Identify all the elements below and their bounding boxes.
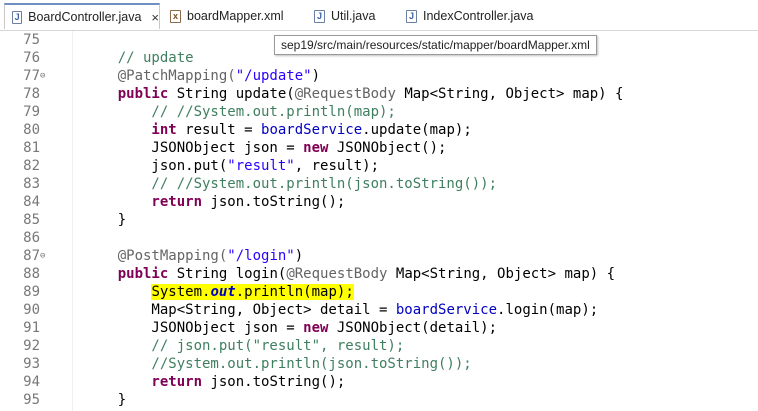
code-text: } — [84, 212, 127, 228]
code-text: } — [84, 392, 127, 408]
code-line[interactable]: 85 } — [0, 211, 758, 229]
line-number: 89 — [23, 284, 40, 300]
code-line[interactable]: 82 json.put("result", result); — [0, 157, 758, 175]
fold-toggle-icon[interactable]: ⊖ — [40, 247, 50, 265]
line-number: 76 — [23, 50, 40, 66]
tab-label: BoardController.java — [28, 10, 142, 24]
line-number: 75 — [23, 32, 40, 48]
code-text: return json.toString(); — [84, 374, 346, 390]
code-text: Map<String, Object> detail = boardServic… — [84, 302, 599, 318]
line-number: 85 — [23, 212, 40, 228]
code-line[interactable]: 89 System.out.println(map); — [0, 283, 758, 301]
code-line[interactable]: 90 Map<String, Object> detail = boardSer… — [0, 301, 758, 319]
code-line[interactable]: 95 } — [0, 391, 758, 409]
line-number: 81 — [23, 140, 40, 156]
line-number: 80 — [23, 122, 40, 138]
code-text: public String update(@RequestBody Map<St… — [84, 86, 624, 102]
tab-util[interactable]: J Util.java — [312, 3, 375, 29]
code-line[interactable]: 80 int result = boardService.update(map)… — [0, 121, 758, 139]
line-number: 79 — [23, 104, 40, 120]
line-number: 92 — [23, 338, 40, 354]
code-line[interactable]: 81 JSONObject json = new JSONObject(); — [0, 139, 758, 157]
close-icon[interactable]: × — [151, 10, 159, 25]
code-line[interactable]: 92 // json.put("result", result); — [0, 337, 758, 355]
line-number: 95 — [23, 392, 40, 408]
tab-board-controller[interactable]: J BoardController.java × — [4, 3, 160, 29]
line-number: 78 — [23, 86, 40, 102]
line-number: 90 — [23, 302, 40, 318]
code-text: json.put("result", result); — [84, 158, 380, 174]
line-number: 88 — [23, 266, 40, 282]
line-number: 83 — [23, 176, 40, 192]
tab-label: Util.java — [331, 9, 376, 23]
code-line[interactable]: 78 public String update(@RequestBody Map… — [0, 85, 758, 103]
code-line[interactable]: 93 //System.out.println(json.toString())… — [0, 355, 758, 373]
code-line[interactable]: 94 return json.toString(); — [0, 373, 758, 391]
fold-toggle-icon[interactable]: ⊖ — [40, 67, 50, 85]
xml-file-icon: x — [170, 9, 181, 23]
line-number: 86 — [23, 230, 40, 246]
code-line[interactable]: 84 return json.toString(); — [0, 193, 758, 211]
tab-board-mapper[interactable]: x boardMapper.xml — [168, 3, 284, 29]
java-file-icon: J — [12, 10, 23, 24]
code-text: // update — [84, 50, 194, 66]
code-line[interactable]: 77 ⊖ @PatchMapping("/update") — [0, 67, 758, 85]
line-number: 82 — [23, 158, 40, 174]
line-number: 91 — [23, 320, 40, 336]
tab-label: IndexController.java — [423, 9, 534, 23]
java-file-icon: J — [406, 9, 417, 23]
line-number: 77 — [23, 68, 40, 84]
code-line[interactable]: 91 JSONObject json = new JSONObject(deta… — [0, 319, 758, 337]
code-line[interactable]: 83 // //System.out.println(json.toString… — [0, 175, 758, 193]
code-text: public String login(@RequestBody Map<Str… — [84, 266, 616, 282]
code-text: // //System.out.println(map); — [84, 104, 396, 120]
code-text: // //System.out.println(json.toString())… — [84, 176, 498, 192]
tab-label: boardMapper.xml — [187, 9, 284, 23]
code-text: // json.put("result", result); — [84, 338, 405, 354]
java-file-icon: J — [314, 9, 325, 23]
code-text: @PostMapping("/login") — [84, 248, 304, 264]
code-text: //System.out.println(json.toString()); — [84, 356, 472, 372]
code-text: @PatchMapping("/update") — [84, 68, 321, 84]
line-number: 93 — [23, 356, 40, 372]
file-path-tooltip: sep19/src/main/resources/static/mapper/b… — [274, 35, 597, 55]
code-line[interactable]: 87 ⊖ @PostMapping("/login") — [0, 247, 758, 265]
code-text: JSONObject json = new JSONObject(detail)… — [84, 320, 498, 336]
code-line[interactable]: 86 — [0, 229, 758, 247]
code-editor[interactable]: 75 76 // update 77 ⊖ @PatchMapping("/update… — [0, 31, 758, 411]
code-text: System.out.println(map); — [151, 284, 354, 300]
code-text: int result = boardService.update(map); — [84, 122, 472, 138]
tab-index-controller[interactable]: J IndexController.java — [404, 3, 533, 29]
line-number: 87 — [23, 248, 40, 264]
line-number: 94 — [23, 374, 40, 390]
line-number: 84 — [23, 194, 40, 210]
code-line[interactable]: 88 public String login(@RequestBody Map<… — [0, 265, 758, 283]
code-line[interactable]: 79 // //System.out.println(map); — [0, 103, 758, 121]
code-text: return json.toString(); — [84, 194, 346, 210]
code-text: JSONObject json = new JSONObject(); — [84, 140, 447, 156]
editor-tab-bar: J BoardController.java × x boardMapper.x… — [0, 0, 758, 31]
